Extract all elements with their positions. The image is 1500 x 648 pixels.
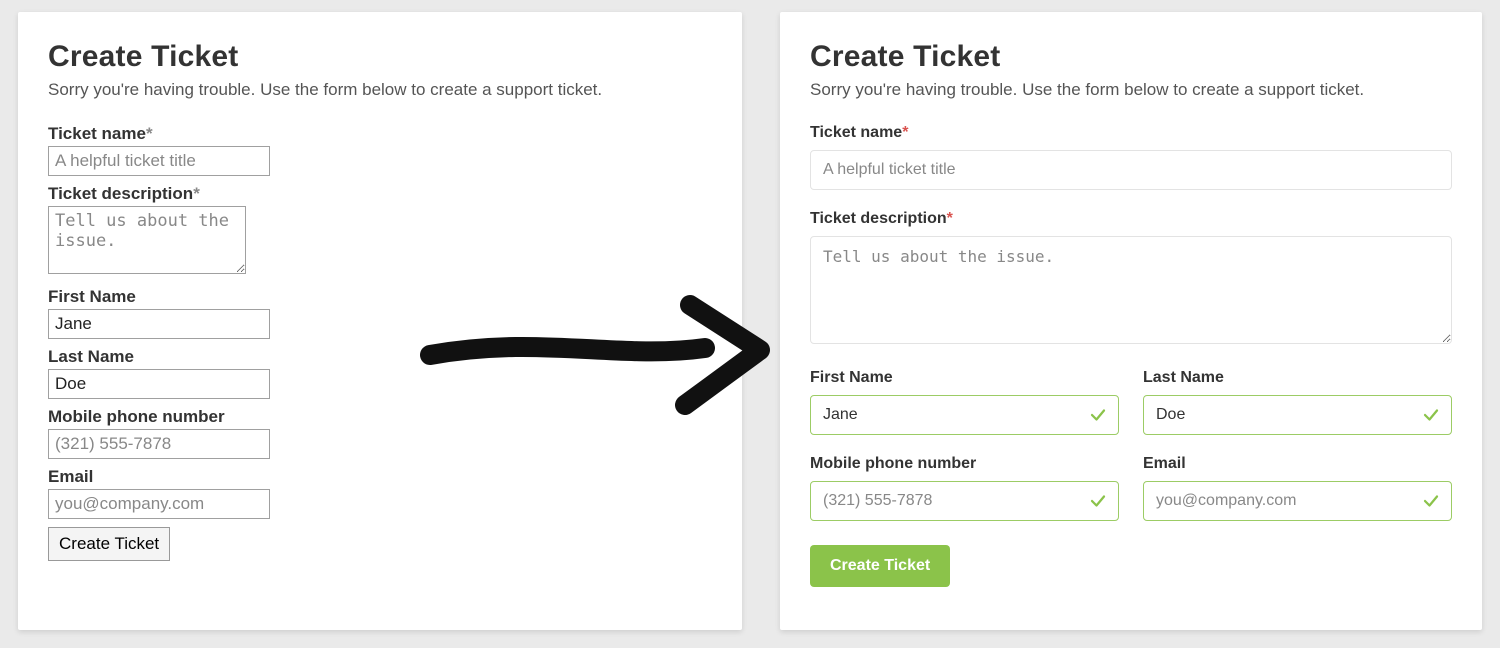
check-icon — [1422, 406, 1440, 424]
check-icon — [1422, 492, 1440, 510]
page-lead: Sorry you're having trouble. Use the for… — [48, 80, 712, 100]
email-input[interactable] — [1143, 481, 1452, 521]
page-title: Create Ticket — [48, 40, 712, 74]
page-lead: Sorry you're having trouble. Use the for… — [810, 80, 1452, 100]
email-input[interactable] — [48, 489, 270, 519]
last-name-label: Last Name — [1143, 369, 1452, 387]
last-name-label: Last Name — [48, 347, 712, 367]
unstyled-form-panel: Create Ticket Sorry you're having troubl… — [18, 12, 742, 630]
first-name-input[interactable] — [810, 395, 1119, 435]
create-ticket-button[interactable]: Create Ticket — [48, 527, 170, 561]
ticket-name-input[interactable] — [48, 146, 270, 176]
page-title: Create Ticket — [810, 40, 1452, 74]
ticket-name-label: Ticket name — [48, 124, 712, 144]
email-label: Email — [1143, 455, 1452, 473]
styled-form-panel: Create Ticket Sorry you're having troubl… — [780, 12, 1482, 630]
ticket-description-input[interactable] — [48, 206, 246, 274]
ticket-description-input[interactable] — [810, 236, 1452, 344]
ticket-description-label: Ticket description — [48, 184, 712, 204]
ticket-name-label: Ticket name* — [810, 124, 1452, 142]
phone-label: Mobile phone number — [48, 407, 712, 427]
phone-input[interactable] — [810, 481, 1119, 521]
first-name-label: First Name — [48, 287, 712, 307]
first-name-input[interactable] — [48, 309, 270, 339]
create-ticket-button[interactable]: Create Ticket — [810, 545, 950, 587]
check-icon — [1089, 492, 1107, 510]
phone-label: Mobile phone number — [810, 455, 1119, 473]
email-label: Email — [48, 467, 712, 487]
last-name-input[interactable] — [48, 369, 270, 399]
check-icon — [1089, 406, 1107, 424]
phone-input[interactable] — [48, 429, 270, 459]
last-name-input[interactable] — [1143, 395, 1452, 435]
required-indicator: * — [902, 124, 908, 141]
first-name-label: First Name — [810, 369, 1119, 387]
ticket-description-label: Ticket description* — [810, 210, 1452, 228]
required-indicator: * — [947, 210, 953, 227]
ticket-name-input[interactable] — [810, 150, 1452, 190]
